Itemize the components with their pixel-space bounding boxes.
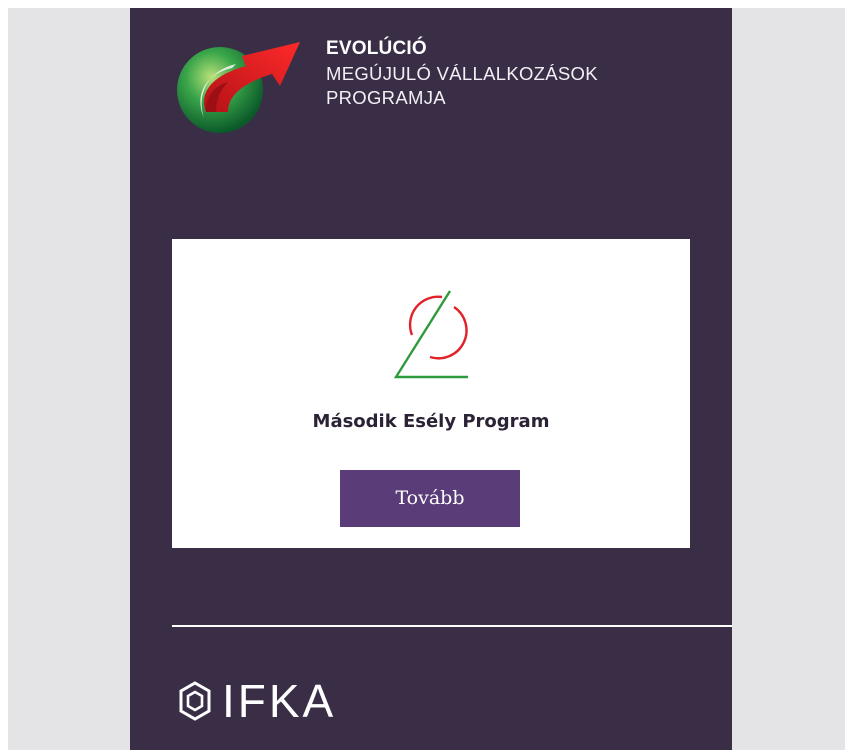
evolucio-logo-icon[interactable] — [176, 34, 304, 134]
brand-text: EVOLÚCIÓ MEGÚJULÓ VÁLLALKOZÁSOK PROGRAMJ… — [326, 36, 598, 110]
brand-subtitle-line1: MEGÚJULÓ VÁLLALKOZÁSOK — [326, 63, 598, 84]
ifka-logo[interactable]: IFKA — [178, 676, 336, 726]
divider — [172, 625, 732, 627]
ifka-logo-text: IFKA — [222, 675, 337, 727]
right-gutter — [732, 8, 845, 750]
left-gutter — [8, 8, 130, 750]
ifka-hexagon-icon — [178, 681, 212, 721]
card-title: Második Esély Program — [312, 411, 550, 432]
brand-title: EVOLÚCIÓ — [326, 38, 427, 59]
brand-subtitle-line2: PROGRAMJA — [326, 87, 446, 108]
program-card: Második Esély Program Tovább — [172, 239, 690, 548]
main-panel: EVOLÚCIÓ MEGÚJULÓ VÁLLALKOZÁSOK PROGRAMJ… — [130, 8, 732, 750]
masodik-esely-logo-icon — [390, 285, 470, 389]
tovabb-button[interactable]: Tovább — [340, 470, 520, 527]
